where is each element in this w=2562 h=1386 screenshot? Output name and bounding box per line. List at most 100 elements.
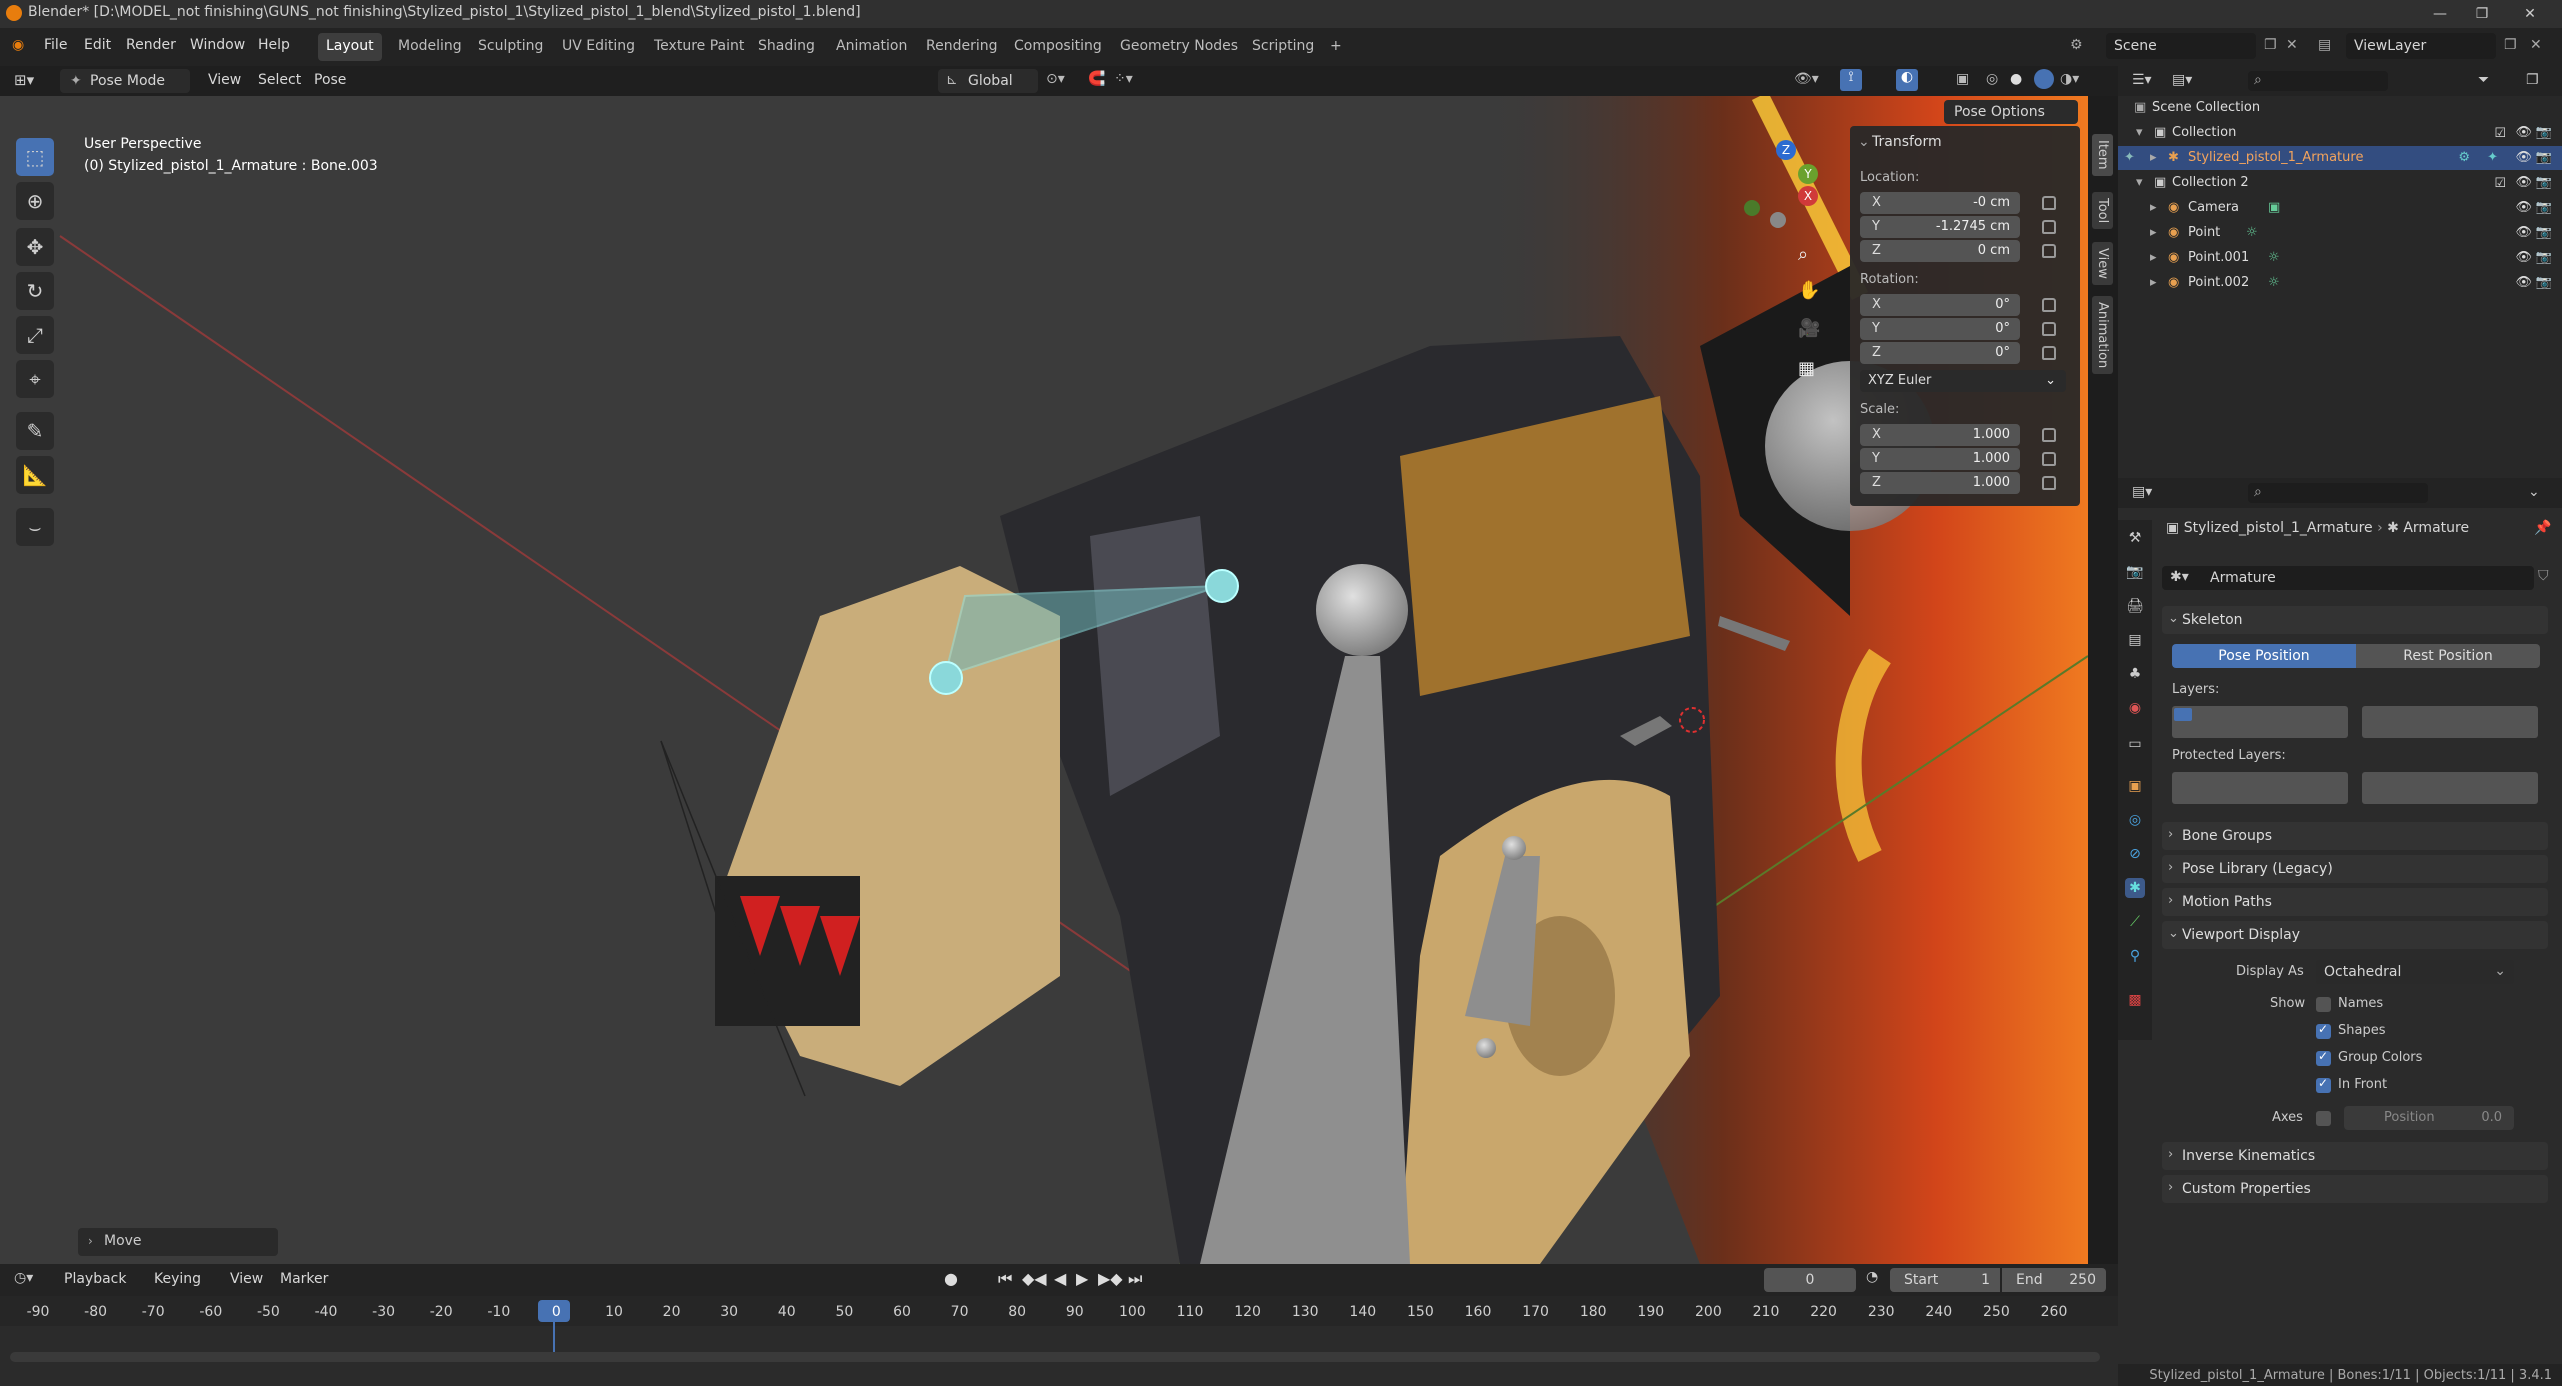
pan-hand-icon[interactable]: ✋ bbox=[1798, 280, 1820, 301]
scale-x-field[interactable]: X 1.000 bbox=[1860, 424, 2020, 446]
protected-layers-grid-right[interactable] bbox=[2362, 772, 2538, 804]
shapes-checkbox[interactable] bbox=[2316, 1022, 2331, 1039]
remove-view-layer-icon[interactable]: ✕ bbox=[2530, 37, 2542, 53]
lock-icon[interactable] bbox=[2042, 428, 2056, 442]
minimize-button[interactable]: — bbox=[2420, 2, 2460, 26]
visibility-icon[interactable]: 👁▾ bbox=[1794, 71, 1819, 87]
scale-z-field[interactable]: Z 1.000 bbox=[1860, 472, 2020, 494]
clock-icon[interactable]: ◔ bbox=[1866, 1269, 1878, 1285]
workspace-tab-compositing[interactable]: Compositing bbox=[1006, 33, 1110, 61]
render-icon[interactable]: 📷 bbox=[2536, 200, 2552, 215]
lock-icon[interactable] bbox=[2042, 322, 2056, 336]
timeline-menu-view[interactable]: View bbox=[230, 1271, 263, 1287]
close-window-button[interactable]: ✕ bbox=[2510, 2, 2550, 26]
transform-tool-icon[interactable]: ⌖ bbox=[16, 360, 54, 398]
scene-selector[interactable]: Scene bbox=[2106, 33, 2256, 59]
tool-tab-icon[interactable]: ⚒ bbox=[2125, 528, 2145, 548]
timeline-editor[interactable]: -90 -80 -70 -60 -50 -40 -30 -20 -10 0 10 20 30 40 50 60… bbox=[0, 1296, 2118, 1386]
transform-orientation-selector[interactable]: ⊾ Global bbox=[938, 69, 1038, 93]
output-tab-icon[interactable]: 🖨 bbox=[2125, 596, 2145, 616]
outliner-row-armature[interactable]: ✦ ▸ ✱ Stylized_pistol_1_Armature ⚙ ✦ 👁 📷 bbox=[2118, 146, 2562, 170]
new-collection-icon[interactable]: ❐ bbox=[2526, 72, 2539, 88]
gizmo-neg-y[interactable] bbox=[1744, 200, 1760, 216]
render-icon[interactable]: 📷 bbox=[2536, 225, 2552, 240]
eye-icon[interactable]: 👁 bbox=[2515, 175, 2532, 190]
outliner-row-point[interactable]: ▸ ◉ Point ☼ 👁 📷 bbox=[2118, 221, 2562, 245]
record-icon[interactable]: ● bbox=[944, 1269, 958, 1288]
rendered-shading-icon[interactable]: ◑▾ bbox=[2060, 71, 2079, 87]
viewport-menu-select[interactable]: Select bbox=[258, 72, 301, 88]
lock-icon[interactable] bbox=[2042, 220, 2056, 234]
blender-menu-icon[interactable]: ◉ bbox=[12, 37, 24, 53]
gizmo-toggle-icon[interactable]: ⟟ bbox=[1840, 69, 1862, 91]
workspace-tab-texture-paint[interactable]: Texture Paint bbox=[646, 33, 752, 61]
eye-icon[interactable]: 👁 bbox=[2515, 200, 2532, 215]
chevron-down-icon[interactable]: ⌄ bbox=[2528, 484, 2540, 500]
overlay-toggle-icon[interactable]: ◐ bbox=[1896, 69, 1918, 91]
current-frame-field[interactable]: 0 bbox=[1764, 1268, 1856, 1292]
pin-icon[interactable]: 📌 bbox=[2534, 520, 2551, 536]
scale-y-field[interactable]: Y 1.000 bbox=[1860, 448, 2020, 470]
bone-tail-joint[interactable] bbox=[929, 661, 963, 695]
gizmo-neg-z[interactable] bbox=[1770, 212, 1786, 228]
bone-constraints-tab-icon[interactable]: ⚲ bbox=[2125, 946, 2145, 966]
location-x-field[interactable]: X -0 cm bbox=[1860, 192, 2020, 214]
viewport-menu-view[interactable]: View bbox=[208, 72, 241, 88]
next-keyframe-icon[interactable]: ▶◆ bbox=[1098, 1269, 1123, 1288]
menu-edit[interactable]: Edit bbox=[84, 37, 111, 53]
inverse-kinematics-section-header[interactable]: › Inverse Kinematics bbox=[2162, 1142, 2548, 1170]
outliner-row-collection-2[interactable]: ▾ ▣ Collection 2 ☑ 👁 📷 bbox=[2118, 171, 2562, 195]
measure-tool-icon[interactable]: 📐 bbox=[16, 456, 54, 494]
eye-icon[interactable]: 👁 bbox=[2515, 250, 2532, 265]
menu-render[interactable]: Render bbox=[126, 37, 176, 53]
bone-tab-icon[interactable]: ⟋ bbox=[2125, 912, 2145, 932]
workspace-tab-rendering[interactable]: Rendering bbox=[918, 33, 1006, 61]
annotate-tool-icon[interactable]: ✎ bbox=[16, 412, 54, 450]
layers-grid-left[interactable] bbox=[2172, 706, 2348, 738]
bone-groups-section-header[interactable]: › Bone Groups bbox=[2162, 822, 2548, 850]
pose-position-button[interactable]: Pose Position bbox=[2172, 644, 2356, 668]
outliner-row-point-001[interactable]: ▸ ◉ Point.001 ☼ 👁 📷 bbox=[2118, 246, 2562, 270]
disclosure-triangle-icon[interactable]: ▸ bbox=[2150, 200, 2157, 215]
solid-shading-icon[interactable]: ● bbox=[2010, 71, 2022, 87]
jump-start-icon[interactable]: ⏮ bbox=[998, 1269, 1012, 1289]
gizmo-z-axis[interactable]: Z bbox=[1776, 140, 1796, 160]
workspace-tab-sculpting[interactable]: Sculpting bbox=[470, 33, 551, 61]
outliner-row-scene-collection[interactable]: ▣ Scene Collection bbox=[2118, 96, 2562, 120]
jump-end-icon[interactable]: ⏭ bbox=[1128, 1269, 1142, 1289]
armature-data-tab-icon[interactable]: ✱ bbox=[2125, 878, 2145, 898]
lock-icon[interactable] bbox=[2042, 452, 2056, 466]
zoom-icon[interactable]: ⌕ bbox=[1798, 244, 1808, 265]
wireframe-shading-icon[interactable]: ◎ bbox=[1986, 71, 1998, 87]
outliner-editor-icon[interactable]: ☰▾ bbox=[2132, 72, 2152, 88]
disclosure-triangle-icon[interactable]: ▸ bbox=[2150, 150, 2157, 165]
cursor-tool-icon[interactable]: ⊕ bbox=[16, 182, 54, 220]
display-mode-icon[interactable]: ▤▾ bbox=[2172, 72, 2192, 88]
tab-tool[interactable]: Tool bbox=[2092, 192, 2113, 230]
lock-icon[interactable] bbox=[2042, 244, 2056, 258]
menu-help[interactable]: Help bbox=[258, 37, 290, 53]
disclosure-triangle-icon[interactable]: ▾ bbox=[2136, 175, 2143, 190]
timeline-menu-playback[interactable]: Playback bbox=[64, 1271, 126, 1287]
workspace-tab-animation[interactable]: Animation bbox=[828, 33, 915, 61]
world-tab-icon[interactable]: ◉ bbox=[2125, 698, 2145, 718]
last-operator-panel[interactable]: › Move bbox=[78, 1228, 278, 1256]
view-layer-selector[interactable]: ViewLayer bbox=[2346, 33, 2496, 59]
rotation-z-field[interactable]: Z 0° bbox=[1860, 342, 2020, 364]
add-workspace-button[interactable]: + bbox=[1322, 33, 1350, 61]
eye-icon[interactable]: 👁 bbox=[2515, 275, 2532, 290]
editor-type-icon[interactable]: ⊞▾ bbox=[14, 71, 34, 89]
workspace-tab-shading[interactable]: Shading bbox=[750, 33, 823, 61]
start-frame-field[interactable]: Start 1 bbox=[1890, 1268, 2000, 1292]
render-icon[interactable]: 📷 bbox=[2536, 175, 2552, 190]
rotation-mode-dropdown[interactable]: XYZ Euler ⌄ bbox=[1860, 370, 2066, 392]
maximize-button[interactable]: ❐ bbox=[2462, 2, 2502, 26]
armature-datablock-field[interactable]: ✱▾ Armature bbox=[2162, 566, 2534, 590]
checkbox-icon[interactable]: ☑ bbox=[2494, 126, 2506, 141]
viewport-display-section-header[interactable]: ⌄ Viewport Display bbox=[2162, 921, 2548, 949]
scale-tool-icon[interactable]: ⤢ bbox=[16, 316, 54, 354]
play-reverse-icon[interactable]: ◀ bbox=[1054, 1269, 1066, 1288]
workspace-tab-scripting[interactable]: Scripting bbox=[1244, 33, 1322, 61]
ortho-toggle-icon[interactable]: ▦ bbox=[1798, 358, 1815, 379]
object-tab-icon[interactable]: ▣ bbox=[2125, 776, 2145, 796]
